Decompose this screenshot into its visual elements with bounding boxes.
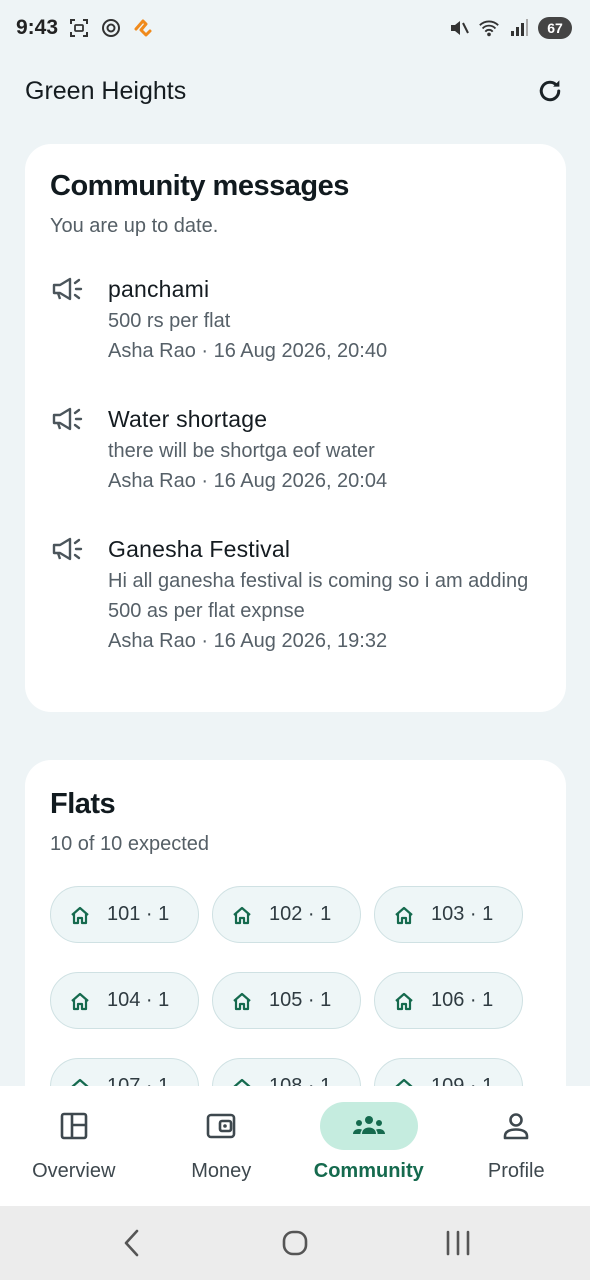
message-meta: Asha Rao · 16 Aug 2026, 20:04: [108, 470, 388, 492]
wifi-icon: [478, 17, 500, 39]
house-icon: [233, 906, 251, 924]
dashboard-icon: [60, 1112, 88, 1140]
status-right: 67: [448, 17, 572, 39]
nav-label: Profile: [487, 1160, 545, 1182]
app-header: Green Heights: [0, 66, 590, 116]
message-body: Water shortage there will be shortga eof…: [108, 404, 541, 496]
house-icon: [71, 992, 89, 1010]
groups-icon: [352, 1116, 385, 1134]
flat-chip[interactable]: 105 · 1: [212, 972, 361, 1029]
status-time: 9:43: [16, 16, 59, 39]
nav-money[interactable]: Money: [156, 1102, 286, 1206]
mute-vibrate-icon: [448, 17, 470, 39]
community-messages-card: Community messages You are up to date. p…: [25, 144, 566, 712]
nav-label: Community: [313, 1160, 424, 1182]
wallet-icon: [206, 1113, 236, 1139]
nav-profile[interactable]: Profile: [451, 1102, 581, 1206]
flat-chip-label: 106 · 1: [431, 989, 494, 1011]
nav-label: Money: [191, 1160, 252, 1182]
house-icon: [395, 906, 413, 924]
message-title: panchami: [108, 276, 210, 302]
message-title: Ganesha Festival: [108, 536, 291, 562]
nav-icon-wrap: [172, 1102, 270, 1150]
flat-chip[interactable]: 102 · 1: [212, 886, 361, 943]
system-back-button[interactable]: [102, 1218, 162, 1268]
nav-icon-wrap: [319, 1102, 418, 1150]
house-icon: [395, 992, 413, 1010]
message-body: panchami 500 rs per flat Asha Rao · 16 A…: [108, 274, 541, 366]
flats-subtitle: 10 of 10 expected: [50, 833, 210, 855]
flat-chip-label: 103 · 1: [431, 903, 494, 925]
messages-title: Community messages: [50, 170, 349, 202]
page-title: Green Heights: [25, 76, 187, 105]
nav-overview[interactable]: Overview: [9, 1102, 139, 1206]
message-title: Water shortage: [108, 406, 268, 432]
megaphone-icon: [52, 277, 83, 301]
status-bar: 9:43 67: [0, 0, 590, 56]
signal-icon: [508, 17, 530, 39]
message-text: Hi all ganesha festival is coming so i a…: [108, 570, 529, 622]
home-circle-icon: [282, 1230, 308, 1256]
app-notification-icon: [132, 17, 154, 39]
nav-community[interactable]: Community: [304, 1102, 434, 1206]
system-home-button[interactable]: [265, 1218, 325, 1268]
nav-label: Overview: [32, 1160, 116, 1182]
message-meta: Asha Rao · 16 Aug 2026, 20:40: [108, 340, 388, 362]
messages-subtitle: You are up to date.: [50, 215, 219, 237]
flat-chip-label: 102 · 1: [269, 903, 332, 925]
message-body: Ganesha Festival Hi all ganesha festival…: [108, 534, 541, 656]
message-item[interactable]: panchami 500 rs per flat Asha Rao · 16 A…: [50, 274, 541, 366]
flat-chip[interactable]: 104 · 1: [50, 972, 199, 1029]
megaphone-icon: [52, 537, 83, 561]
flat-chip-label: 105 · 1: [269, 989, 332, 1011]
flat-chip-label: 101 · 1: [107, 903, 170, 925]
nav-icon-wrap: [25, 1102, 123, 1150]
message-text: 500 rs per flat: [108, 310, 231, 332]
refresh-icon: [539, 80, 561, 102]
house-icon: [233, 992, 251, 1010]
message-text: there will be shortga eof water: [108, 440, 375, 462]
battery-indicator: 67: [538, 17, 572, 39]
flat-chip-label: 104 · 1: [107, 989, 170, 1011]
megaphone-icon: [52, 407, 83, 431]
back-chevron-icon: [124, 1229, 138, 1257]
recents-icon: [447, 1230, 470, 1256]
flat-chip[interactable]: 106 · 1: [374, 972, 523, 1029]
message-meta: Asha Rao · 16 Aug 2026, 19:32: [108, 630, 388, 652]
screenshot-icon: [68, 17, 90, 39]
flat-chip[interactable]: 103 · 1: [374, 886, 523, 943]
flats-title: Flats: [50, 788, 116, 820]
system-nav-bar: [0, 1206, 590, 1280]
status-left: 9:43: [16, 16, 154, 40]
system-recents-button[interactable]: [428, 1218, 488, 1268]
person-icon: [503, 1113, 529, 1140]
refresh-button[interactable]: [534, 75, 566, 107]
message-item[interactable]: Ganesha Festival Hi all ganesha festival…: [50, 534, 541, 656]
flat-chip[interactable]: 101 · 1: [50, 886, 199, 943]
openai-icon: [100, 17, 122, 39]
bottom-nav: Overview Money Community Profile: [0, 1086, 590, 1206]
message-list: panchami 500 rs per flat Asha Rao · 16 A…: [50, 274, 541, 656]
message-item[interactable]: Water shortage there will be shortga eof…: [50, 404, 541, 496]
flat-grid: 101 · 1 102 · 1 103 · 1 104 · 1 105 · 1 …: [50, 886, 541, 1115]
nav-icon-wrap: [467, 1102, 565, 1150]
house-icon: [71, 906, 89, 924]
